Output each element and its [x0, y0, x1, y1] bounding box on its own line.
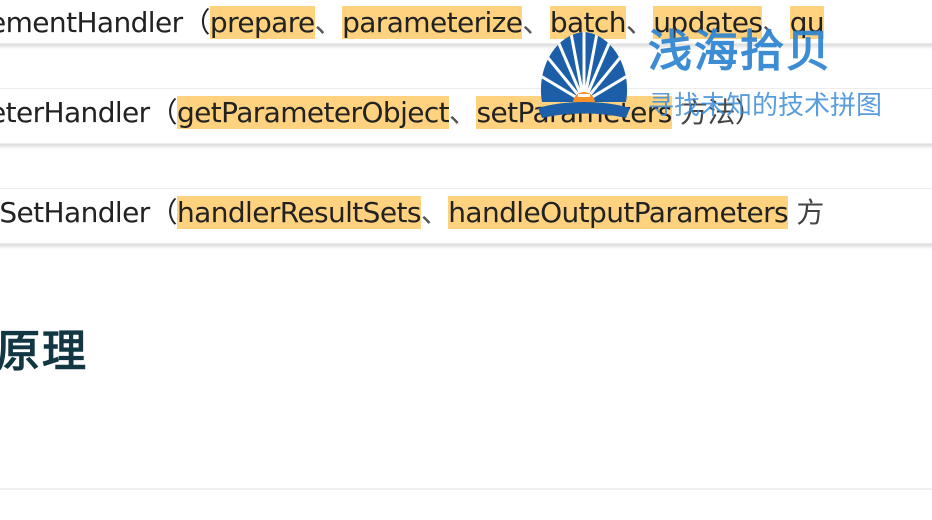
seashell-logo-icon — [538, 32, 630, 118]
method-highlight: parameterize — [342, 6, 523, 39]
method-highlight: getParameterObject — [177, 96, 450, 129]
section-heading: 原理 — [0, 326, 88, 377]
watermark-logo: 浅海拾贝 寻找未知的技术拼图 — [534, 28, 914, 128]
method-highlight: handlerResultSets — [177, 196, 421, 229]
card-line: tSetHandler（handlerResultSets、handleOutp… — [0, 195, 824, 231]
handler-name: eterHandler（ — [0, 96, 178, 129]
method-highlight: prepare — [209, 6, 315, 39]
watermark-subtitle: 寻找未知的技术拼图 — [648, 91, 883, 121]
separator: 、 — [420, 196, 449, 229]
handler-name: tSetHandler（ — [0, 196, 178, 229]
section-divider — [0, 488, 932, 490]
separator: 、 — [449, 96, 477, 129]
code-method-card-resultset-handler: tSetHandler（handlerResultSets、handleOutp… — [0, 188, 932, 244]
watermark-title: 浅海拾贝 — [648, 26, 832, 77]
handler-name: ementHandler（ — [0, 6, 211, 39]
separator: 、 — [314, 6, 343, 39]
method-suffix: 方 — [788, 196, 824, 229]
method-highlight: handleOutputParameters — [448, 196, 789, 229]
